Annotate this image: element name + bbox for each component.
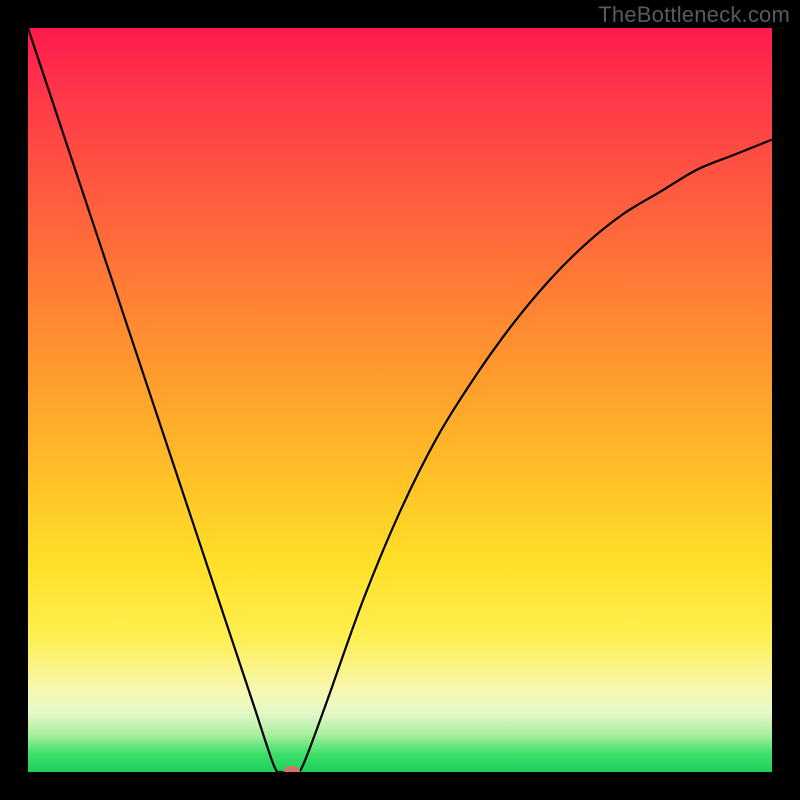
watermark-text: TheBottleneck.com <box>598 2 790 28</box>
chart-frame: TheBottleneck.com <box>0 0 800 800</box>
bottleneck-curve <box>28 28 772 772</box>
curve-path <box>28 28 772 772</box>
minimum-marker <box>284 766 300 772</box>
plot-area <box>28 28 772 772</box>
